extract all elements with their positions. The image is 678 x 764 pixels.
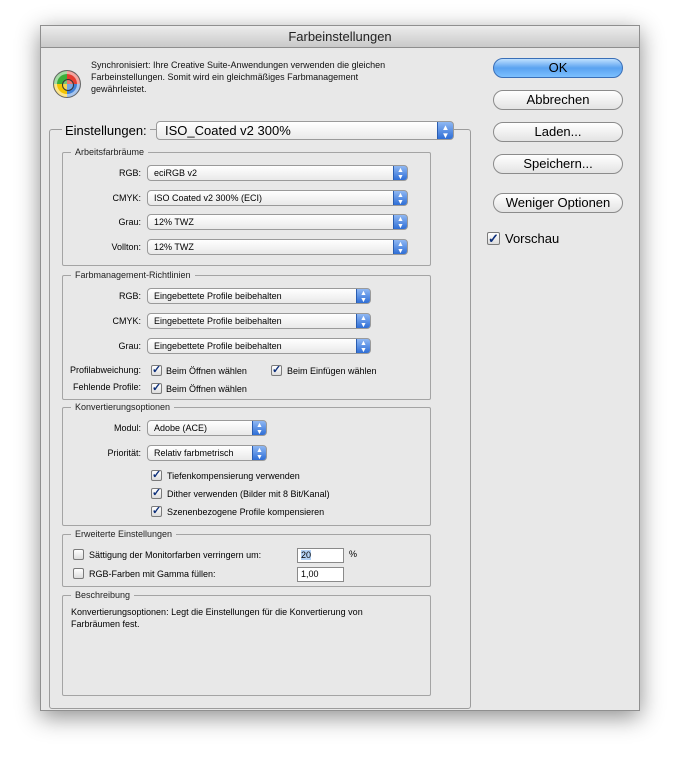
gray-space-select[interactable]: 12% TWZ ▲ ▼ bbox=[147, 214, 408, 230]
working-spaces-group: Arbeitsfarbräume RGB: eciRGB v2 ▲ ▼ CMYK:… bbox=[62, 147, 431, 266]
mismatch-open-label: Beim Öffnen wählen bbox=[166, 366, 247, 376]
profile-mismatch-label: Profilabweichung: bbox=[69, 365, 141, 375]
desaturate-input[interactable]: 20 bbox=[297, 548, 344, 563]
intent-value: Relativ farbmetrisch bbox=[154, 448, 234, 458]
desaturate-checkbox[interactable] bbox=[73, 549, 84, 560]
window-title: Farbeinstellungen bbox=[41, 26, 639, 48]
up-down-arrows-icon: ▲ ▼ bbox=[393, 240, 407, 254]
advanced-controls-group: Erweiterte Einstellungen Sättigung der M… bbox=[62, 529, 431, 587]
up-down-arrows-icon: ▲ ▼ bbox=[252, 446, 266, 460]
rgb-space-label: RGB: bbox=[118, 168, 141, 178]
gamma-input[interactable]: 1,00 bbox=[297, 567, 344, 582]
cmyk-space-label: CMYK: bbox=[112, 193, 141, 203]
cmyk-policy-select[interactable]: Eingebettete Profile beibehalten ▲ ▼ bbox=[147, 313, 371, 329]
preview-checkbox[interactable]: ✓ bbox=[487, 232, 500, 245]
description-group: Beschreibung Konvertierungsoptionen: Leg… bbox=[62, 590, 431, 696]
description-text: Konvertierungsoptionen: Legt die Einstel… bbox=[71, 607, 363, 629]
missing-profiles-label: Fehlende Profile: bbox=[72, 382, 141, 392]
up-down-arrows-icon: ▲ ▼ bbox=[356, 289, 370, 303]
gray-space-value: 12% TWZ bbox=[154, 217, 194, 227]
settings-panel: Einstellungen: ISO_Coated v2 300% ▲ ▼ Arb… bbox=[49, 121, 471, 709]
missing-open-checkbox[interactable]: ✓ bbox=[151, 383, 162, 394]
color-settings-dialog: Farbeinstellungen Synchronisiert: Ihre C… bbox=[40, 25, 640, 711]
scene-profiles-label: Szenenbezogene Profile kompensieren bbox=[167, 507, 325, 517]
gamma-checkbox[interactable] bbox=[73, 568, 84, 579]
mismatch-paste-label: Beim Einfügen wählen bbox=[287, 366, 377, 376]
settings-label: Einstellungen: bbox=[62, 121, 150, 140]
up-down-arrows-icon: ▲ ▼ bbox=[356, 339, 370, 353]
mismatch-open-checkbox[interactable]: ✓ bbox=[151, 365, 162, 376]
cancel-button[interactable]: Abbrechen bbox=[493, 90, 623, 110]
mismatch-paste-checkbox[interactable]: ✓ bbox=[271, 365, 282, 376]
up-down-arrows-icon: ▲ ▼ bbox=[437, 122, 453, 139]
advanced-controls-legend: Erweiterte Einstellungen bbox=[71, 529, 177, 540]
cmyk-space-value: ISO Coated v2 300% (ECI) bbox=[154, 193, 263, 203]
fewer-options-button[interactable]: Weniger Optionen bbox=[493, 193, 623, 213]
gray-policy-value: Eingebettete Profile beibehalten bbox=[154, 341, 282, 351]
percent-unit: % bbox=[349, 549, 358, 559]
desaturate-label: Sättigung der Monitorfarben verringern u… bbox=[89, 550, 262, 560]
engine-value: Adobe (ACE) bbox=[154, 423, 208, 433]
up-down-arrows-icon: ▲ ▼ bbox=[356, 314, 370, 328]
gray-policy-label: Grau: bbox=[118, 341, 141, 351]
cmyk-policy-value: Eingebettete Profile beibehalten bbox=[154, 316, 282, 326]
gray-space-label: Grau: bbox=[118, 217, 141, 227]
gamma-label: RGB-Farben mit Gamma füllen: bbox=[89, 569, 216, 579]
rgb-space-value: eciRGB v2 bbox=[154, 168, 198, 178]
cmyk-space-select[interactable]: ISO Coated v2 300% (ECI) ▲ ▼ bbox=[147, 190, 408, 206]
load-button[interactable]: Laden... bbox=[493, 122, 623, 142]
color-policies-group: Farbmanagement-Richtlinien RGB: Eingebet… bbox=[62, 270, 431, 400]
desaturate-value: 20 bbox=[301, 550, 312, 560]
settings-preset-value: ISO_Coated v2 300% bbox=[165, 123, 291, 138]
engine-select[interactable]: Adobe (ACE) ▲ ▼ bbox=[147, 420, 267, 436]
up-down-arrows-icon: ▲ ▼ bbox=[393, 166, 407, 180]
sync-status-text: Synchronisiert: Ihre Creative Suite-Anwe… bbox=[91, 60, 386, 94]
up-down-arrows-icon: ▲ ▼ bbox=[393, 191, 407, 205]
conversion-options-legend: Konvertierungsoptionen bbox=[71, 402, 175, 413]
color-wheel-icon bbox=[53, 70, 81, 98]
scene-profiles-checkbox[interactable]: ✓ bbox=[151, 506, 162, 517]
rgb-space-select[interactable]: eciRGB v2 ▲ ▼ bbox=[147, 165, 408, 181]
spot-space-label: Vollton: bbox=[111, 242, 141, 252]
rgb-policy-label: RGB: bbox=[118, 291, 141, 301]
description-legend: Beschreibung bbox=[71, 590, 135, 601]
gray-policy-select[interactable]: Eingebettete Profile beibehalten ▲ ▼ bbox=[147, 338, 371, 354]
up-down-arrows-icon: ▲ ▼ bbox=[252, 421, 266, 435]
save-button[interactable]: Speichern... bbox=[493, 154, 623, 174]
dither-label: Dither verwenden (Bilder mit 8 Bit/Kanal… bbox=[167, 489, 330, 499]
up-down-arrows-icon: ▲ ▼ bbox=[393, 215, 407, 229]
engine-label: Modul: bbox=[113, 423, 141, 433]
cmyk-policy-label: CMYK: bbox=[112, 316, 141, 326]
intent-select[interactable]: Relativ farbmetrisch ▲ ▼ bbox=[147, 445, 267, 461]
intent-label: Priorität: bbox=[107, 448, 141, 458]
black-point-label: Tiefenkompensierung verwenden bbox=[167, 471, 300, 481]
settings-preset-select[interactable]: ISO_Coated v2 300% ▲ ▼ bbox=[156, 121, 454, 140]
color-policies-legend: Farbmanagement-Richtlinien bbox=[71, 270, 195, 281]
conversion-options-group: Konvertierungsoptionen Modul: Adobe (ACE… bbox=[62, 402, 431, 526]
rgb-policy-value: Eingebettete Profile beibehalten bbox=[154, 291, 282, 301]
missing-open-label: Beim Öffnen wählen bbox=[166, 384, 247, 394]
ok-button[interactable]: OK bbox=[493, 58, 623, 78]
rgb-policy-select[interactable]: Eingebettete Profile beibehalten ▲ ▼ bbox=[147, 288, 371, 304]
dither-checkbox[interactable]: ✓ bbox=[151, 488, 162, 499]
preview-label: Vorschau bbox=[505, 231, 560, 246]
working-spaces-legend: Arbeitsfarbräume bbox=[71, 147, 149, 158]
black-point-checkbox[interactable]: ✓ bbox=[151, 470, 162, 481]
spot-space-select[interactable]: 12% TWZ ▲ ▼ bbox=[147, 239, 408, 255]
spot-space-value: 12% TWZ bbox=[154, 242, 194, 252]
